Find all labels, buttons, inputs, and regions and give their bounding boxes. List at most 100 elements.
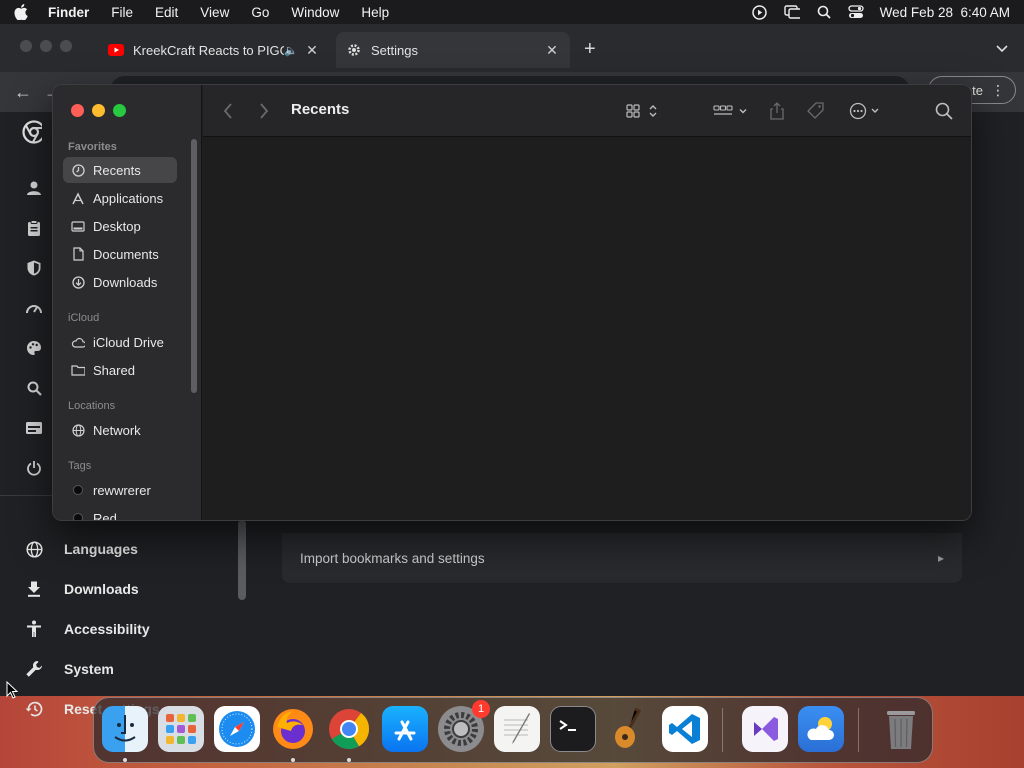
settings-nav-label: Downloads xyxy=(64,581,139,597)
notification-badge: 1 xyxy=(472,700,490,718)
spotlight-search-icon[interactable] xyxy=(816,4,832,20)
chevron-right-icon: ▸ xyxy=(937,551,944,565)
tag-color-dot xyxy=(71,483,85,497)
dock-system-settings-icon[interactable]: 1 xyxy=(438,700,490,752)
tab-youtube[interactable]: KreekCraft Reacts to PIGGY 🔈 ✕ xyxy=(98,32,330,68)
shared-folder-icon xyxy=(71,363,85,377)
sidebar-item-shared[interactable]: Shared xyxy=(63,357,177,383)
apple-menu-icon[interactable] xyxy=(14,4,30,20)
icon-view-toggle-icon[interactable] xyxy=(625,101,661,121)
menu-window[interactable]: Window xyxy=(291,5,339,20)
shield-icon[interactable] xyxy=(24,258,44,278)
back-arrow-icon[interactable]: ← xyxy=(14,82,32,103)
menu-go[interactable]: Go xyxy=(251,5,269,20)
settings-nav-accessibility[interactable]: Accessibility xyxy=(24,617,150,641)
sidebar-item-documents[interactable]: Documents xyxy=(63,241,177,267)
dock-visual-studio-icon[interactable] xyxy=(742,706,788,752)
dock-safari-icon[interactable] xyxy=(214,706,260,752)
chrome-window-controls xyxy=(20,40,72,52)
screen-record-icon[interactable] xyxy=(752,4,768,20)
dock-terminal-icon[interactable] xyxy=(550,706,596,752)
dock-weather-icon[interactable] xyxy=(798,706,844,752)
menu-clock[interactable]: Wed Feb 28 6:40 AM xyxy=(880,5,1010,20)
more-actions-icon[interactable] xyxy=(849,101,885,121)
settings-nav-system[interactable]: System xyxy=(24,657,114,681)
sidebar-item-downloads[interactable]: Downloads xyxy=(63,269,177,295)
new-tab-button[interactable]: + xyxy=(584,38,596,61)
share-icon[interactable] xyxy=(769,101,785,121)
gear-icon xyxy=(346,42,362,58)
chrome-close-button[interactable] xyxy=(20,40,32,52)
menu-view[interactable]: View xyxy=(200,5,229,20)
settings-nav-languages[interactable]: Languages xyxy=(24,537,138,561)
sidebar-scrollbar[interactable] xyxy=(191,139,197,393)
sidebar-tag-red[interactable]: Red xyxy=(63,505,177,520)
close-tab-icon[interactable]: ✕ xyxy=(304,42,320,59)
audio-speaker-icon[interactable]: 🔈 xyxy=(284,44,298,57)
tab-title: Settings xyxy=(371,42,418,58)
dock-app-store-icon[interactable] xyxy=(382,706,428,752)
menu-help[interactable]: Help xyxy=(361,5,389,20)
person-icon[interactable] xyxy=(24,178,44,198)
dock-garageband-icon[interactable] xyxy=(606,706,652,752)
sidebar-item-label: Recents xyxy=(93,162,141,178)
tab-settings[interactable]: Settings ✕ xyxy=(336,32,570,68)
finder-minimize-button[interactable] xyxy=(92,104,105,117)
dock-trash-icon[interactable] xyxy=(878,706,924,752)
chrome-zoom-button[interactable] xyxy=(60,40,72,52)
dock-vscode-icon[interactable] xyxy=(662,706,708,752)
finder-content-area[interactable] xyxy=(203,138,971,520)
sidebar-item-label: Downloads xyxy=(93,274,158,290)
close-tab-icon[interactable]: ✕ xyxy=(544,42,560,59)
speedometer-icon[interactable] xyxy=(24,298,44,318)
chrome-tabstrip: KreekCraft Reacts to PIGGY 🔈 ✕ Settings … xyxy=(0,24,1024,72)
tag-icon[interactable] xyxy=(807,101,825,121)
menu-file[interactable]: File xyxy=(111,5,133,20)
finder-close-button[interactable] xyxy=(71,104,84,117)
sidebar-header-locations: Locations xyxy=(68,400,116,412)
menu-app-name[interactable]: Finder xyxy=(48,5,89,20)
chrome-minimize-button[interactable] xyxy=(40,40,52,52)
dock-chrome-icon[interactable] xyxy=(326,706,372,752)
forward-chevron-icon[interactable] xyxy=(259,101,269,121)
settings-nav-label: Accessibility xyxy=(64,621,150,637)
more-vert-icon[interactable]: ⋮ xyxy=(991,82,1005,99)
sidebar-item-label: Desktop xyxy=(93,218,141,234)
finder-zoom-button[interactable] xyxy=(113,104,126,117)
back-chevron-icon[interactable] xyxy=(223,101,233,121)
sidebar-tag-rewwrerer[interactable]: rewwrerer xyxy=(63,477,177,503)
settings-nav-downloads[interactable]: Downloads xyxy=(24,577,139,601)
control-center-icon[interactable] xyxy=(848,4,864,20)
applications-icon xyxy=(71,191,85,205)
document-icon xyxy=(71,247,85,261)
menu-edit[interactable]: Edit xyxy=(155,5,178,20)
clipboard-icon[interactable] xyxy=(24,218,44,238)
palette-icon[interactable] xyxy=(24,338,44,358)
running-indicator xyxy=(123,758,127,762)
settings-scrollbar[interactable] xyxy=(238,520,246,600)
download-circle-icon xyxy=(71,275,85,289)
dock-firefox-icon[interactable] xyxy=(270,706,316,752)
tab-search-chevron-icon[interactable] xyxy=(996,40,1008,53)
search-icon[interactable] xyxy=(935,101,953,121)
cloud-icon xyxy=(71,335,85,349)
import-bookmarks-row[interactable]: Import bookmarks and settings ▸ xyxy=(282,533,962,583)
settings-nav-label: System xyxy=(64,661,114,677)
power-icon[interactable] xyxy=(24,458,44,478)
sidebar-item-recents[interactable]: Recents xyxy=(63,157,177,183)
running-indicator xyxy=(291,758,295,762)
browser-window-icon[interactable] xyxy=(24,418,44,438)
youtube-icon xyxy=(108,42,124,58)
dock-textedit-icon[interactable] xyxy=(494,706,540,752)
sidebar-item-applications[interactable]: Applications xyxy=(63,185,177,211)
sidebar-header-icloud: iCloud xyxy=(68,312,100,324)
sidebar-item-network[interactable]: Network xyxy=(63,417,177,443)
group-by-icon[interactable] xyxy=(713,101,751,121)
dock-launchpad-icon[interactable] xyxy=(158,706,204,752)
globe-icon xyxy=(24,539,44,559)
screen-mirroring-icon[interactable] xyxy=(783,4,800,20)
search-icon[interactable] xyxy=(24,378,44,398)
sidebar-item-icloud-drive[interactable]: iCloud Drive xyxy=(63,329,177,355)
dock-finder-icon[interactable] xyxy=(102,706,148,752)
sidebar-item-desktop[interactable]: Desktop xyxy=(63,213,177,239)
